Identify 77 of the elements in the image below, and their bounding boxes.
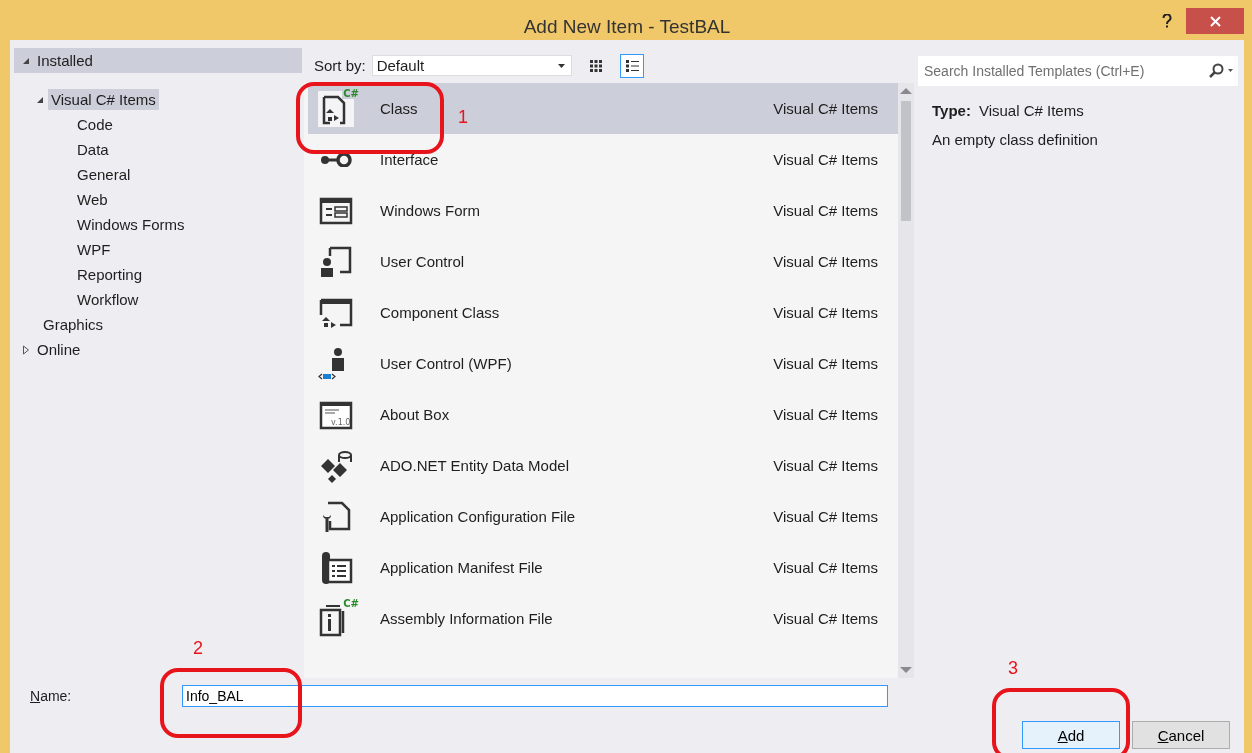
help-icon[interactable] (1162, 14, 1172, 28)
tree-item[interactable]: Installed (34, 50, 96, 71)
list-view-button[interactable] (619, 53, 644, 78)
template-row[interactable]: C# Assembly Information File Visual C# Items (308, 593, 898, 644)
collapse-arrow-icon[interactable] (22, 56, 30, 65)
scrollbar-thumb[interactable] (901, 101, 911, 221)
annotation-number: 1 (458, 107, 468, 128)
close-icon (1209, 15, 1221, 27)
tree-item[interactable]: Web (74, 189, 111, 210)
template-category: Visual C# Items (773, 406, 878, 423)
template-row[interactable]: User Control (WPF) Visual C# Items (308, 338, 898, 389)
scrollbar[interactable] (898, 83, 914, 678)
template-category: Visual C# Items (773, 202, 878, 219)
template-name: Windows Form (380, 202, 480, 219)
cancel-button[interactable]: Cancel (1132, 721, 1230, 749)
scroll-down-icon[interactable] (900, 666, 912, 674)
name-label: Name: (29, 688, 73, 704)
name-field[interactable]: Info_BAL (182, 685, 888, 707)
template-name: Class (380, 100, 418, 117)
template-category: Visual C# Items (773, 355, 878, 372)
template-name: Interface (380, 151, 439, 168)
template-name: Application Configuration File (380, 508, 576, 525)
tree-item[interactable]: Reporting (74, 264, 146, 285)
template-category: Visual C# Items (773, 559, 878, 576)
search-icon[interactable] (1208, 63, 1234, 79)
sort-dropdown[interactable]: Default (371, 55, 572, 76)
template-category: Visual C# Items (773, 610, 878, 627)
template-row[interactable]: v.1.0 About Box Visual C# Items (308, 389, 898, 440)
template-row[interactable]: User Control Visual C# Items (308, 236, 898, 287)
template-name: Component Class (380, 304, 500, 321)
template-name: About Box (380, 406, 450, 423)
expand-arrow-icon[interactable] (22, 344, 30, 355)
window-title: Add New Item - TestBAL (523, 16, 731, 38)
template-name: User Control (380, 253, 465, 270)
template-description: An empty class definition (932, 131, 1099, 148)
collapse-arrow-icon[interactable] (36, 95, 44, 104)
template-category: Visual C# Items (773, 151, 878, 168)
tree-item[interactable]: Online (34, 339, 84, 360)
lollipop-icon (318, 152, 354, 167)
tree-item[interactable]: Visual C# Items (48, 89, 159, 110)
scroll-up-icon[interactable] (900, 87, 912, 95)
template-category: Visual C# Items (773, 304, 878, 321)
template-row[interactable]: ADO.NET Entity Data Model Visual C# Items (308, 440, 898, 491)
search-field[interactable]: Search Installed Templates (Ctrl+E) (918, 56, 1238, 86)
template-row[interactable]: Application Configuration File Visual C# Items (308, 491, 898, 542)
tree-item[interactable]: Workflow (74, 289, 142, 310)
language-badge: C# (342, 87, 360, 99)
template-row[interactable]: Component Class Visual C# Items (308, 287, 898, 338)
annotation-number: 3 (1008, 658, 1018, 679)
template-name: ADO.NET Entity Data Model (380, 457, 569, 474)
template-row[interactable]: Interface Visual C# Items (308, 134, 898, 185)
language-badge: C# (342, 597, 360, 609)
version-label: v.1.0 (331, 417, 351, 427)
tree-item[interactable]: Windows Forms (74, 214, 188, 235)
template-row[interactable]: Windows Form Visual C# Items (308, 185, 898, 236)
dropdown-arrow-icon (557, 63, 565, 68)
template-row[interactable]: Application Manifest File Visual C# Items (308, 542, 898, 593)
tree-item[interactable]: General (74, 164, 134, 185)
template-name: User Control (WPF) (380, 355, 512, 372)
list-icon (624, 58, 639, 73)
add-button[interactable]: Add (1022, 721, 1120, 749)
template-category: Visual C# Items (773, 508, 878, 525)
template-name: Assembly Information File (380, 610, 553, 627)
type-label: Type: (932, 102, 971, 119)
template-category: Visual C# Items (773, 253, 878, 270)
close-button[interactable] (1186, 8, 1244, 34)
sort-label: Sort by: (314, 57, 366, 74)
tree-item[interactable]: Data (74, 139, 112, 160)
tree-item[interactable]: WPF (74, 239, 114, 260)
template-name: Application Manifest File (380, 559, 543, 576)
template-category: Visual C# Items (773, 100, 878, 117)
tree-item[interactable]: Graphics (40, 314, 107, 335)
tree-item[interactable]: Code (74, 114, 116, 135)
template-category: Visual C# Items (773, 457, 878, 474)
grid-icon (588, 58, 603, 73)
annotation-number: 2 (193, 638, 203, 659)
type-value: Visual C# Items (978, 102, 1084, 119)
